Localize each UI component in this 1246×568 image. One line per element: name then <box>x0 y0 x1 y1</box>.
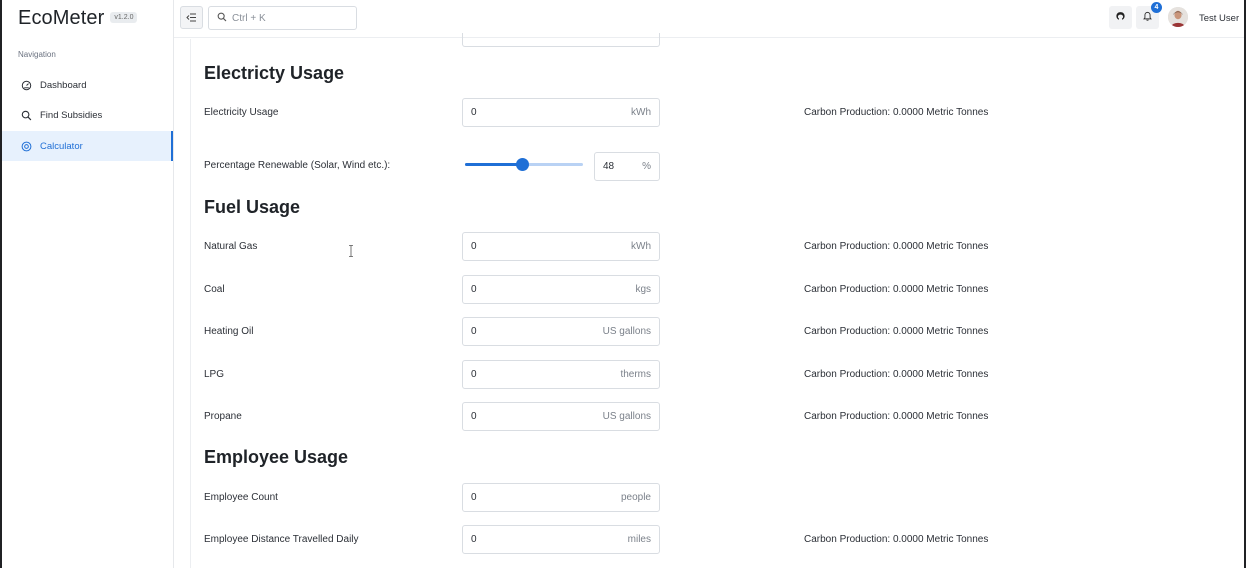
heating-oil-label: Heating Oil <box>204 326 254 337</box>
bell-icon <box>1142 9 1153 27</box>
sidebar-item-label: Find Subsidies <box>40 110 103 121</box>
slider-fill <box>465 163 522 166</box>
carbon-production-text: Carbon Production: 0.0000 Metric Tonnes <box>804 411 989 422</box>
electricity-usage-label: Electricity Usage <box>204 107 279 118</box>
github-button[interactable] <box>1109 6 1132 29</box>
carbon-production-text: Carbon Production: 0.0000 Metric Tonnes <box>804 369 989 380</box>
lpg-label: LPG <box>204 369 225 380</box>
carbon-production-text: Carbon Production: 0.0000 Metric Tonnes <box>804 284 989 295</box>
unit-label: people <box>620 492 651 503</box>
notifications-button[interactable]: 4 <box>1136 2 1162 29</box>
sidebar-toggle-button[interactable] <box>180 6 203 29</box>
sidebar-item-dashboard[interactable]: Dashboard <box>2 70 173 100</box>
electricity-usage-field[interactable]: kWh <box>462 98 660 127</box>
sidebar-item-label: Dashboard <box>40 79 87 91</box>
lpg-input[interactable] <box>471 369 571 380</box>
sidebar-nav: Dashboard Find Subsidies Calculator <box>2 70 173 162</box>
collapse-menu-icon <box>186 9 197 27</box>
renewable-slider[interactable] <box>465 157 583 171</box>
natural-gas-input[interactable] <box>471 241 571 252</box>
search-icon <box>20 110 32 122</box>
text-cursor-icon <box>348 244 354 257</box>
search-box[interactable] <box>208 6 357 30</box>
version-badge: v1.2.0 <box>110 12 138 23</box>
calculator-content: Electricty Usage Electricity Usage kWh C… <box>190 33 1244 568</box>
propane-input[interactable] <box>471 411 571 422</box>
nav-section-label: Navigation <box>18 50 56 59</box>
heating-oil-input[interactable] <box>471 326 571 337</box>
carbon-production-text: Carbon Production: 0.0000 Metric Tonnes <box>804 534 989 545</box>
employee-count-input[interactable] <box>471 492 571 503</box>
unit-label: % <box>642 161 651 172</box>
unit-label: kWh <box>631 107 651 118</box>
propane-label: Propane <box>204 411 242 422</box>
employee-distance-label: Employee Distance Travelled Daily <box>204 534 359 545</box>
sidebar-item-calculator[interactable]: Calculator <box>2 131 173 161</box>
sidebar-item-find-subsidies[interactable]: Find Subsidies <box>2 101 173 131</box>
fuel-section-title: Fuel Usage <box>204 197 301 217</box>
carbon-production-text: Carbon Production: 0.0000 Metric Tonnes <box>804 241 989 252</box>
unit-label: kWh <box>631 241 651 252</box>
unit-label: kgs <box>635 284 651 295</box>
top-header: 4 Test User <box>174 0 1244 38</box>
heating-oil-field[interactable]: US gallons <box>462 317 660 346</box>
search-icon <box>217 9 227 27</box>
natural-gas-field[interactable]: kWh <box>462 232 660 261</box>
employee-distance-field[interactable]: miles <box>462 525 660 554</box>
github-icon <box>1115 9 1126 27</box>
renewable-percentage-field[interactable]: % <box>594 152 660 181</box>
brand-name: EcoMeter <box>18 7 105 29</box>
employee-count-label: Employee Count <box>204 492 278 503</box>
propane-field[interactable]: US gallons <box>462 402 660 431</box>
previous-field-edge <box>462 33 660 47</box>
employee-count-field[interactable]: people <box>462 483 660 512</box>
slider-thumb[interactable] <box>516 158 529 171</box>
unit-label: miles <box>627 534 651 545</box>
carbon-production-text: Carbon Production: 0.0000 Metric Tonnes <box>804 107 989 118</box>
natural-gas-label: Natural Gas <box>204 241 258 252</box>
notification-count-badge: 4 <box>1151 2 1162 13</box>
carbon-production-text: Carbon Production: 0.0000 Metric Tonnes <box>804 326 989 337</box>
coal-field[interactable]: kgs <box>462 275 660 304</box>
unit-label: US gallons <box>602 326 651 337</box>
electricity-section-title: Electricty Usage <box>204 63 345 83</box>
employee-distance-input[interactable] <box>471 534 571 545</box>
renewable-percentage-label: Percentage Renewable (Solar, Wind etc.): <box>204 160 391 171</box>
electricity-usage-input[interactable] <box>471 107 571 118</box>
user-avatar[interactable] <box>1168 7 1188 27</box>
coal-label: Coal <box>204 284 225 295</box>
search-input[interactable] <box>232 12 342 24</box>
lpg-field[interactable]: therms <box>462 360 660 389</box>
dashboard-icon <box>20 79 32 91</box>
renewable-percentage-input[interactable] <box>603 161 633 172</box>
user-name[interactable]: Test User <box>1199 13 1239 24</box>
sidebar-item-label: Calculator <box>40 140 83 152</box>
employee-section-title: Employee Usage <box>204 447 349 467</box>
coal-input[interactable] <box>471 284 571 295</box>
sidebar: EcoMeter v1.2.0 Navigation Dashboard Fin… <box>2 0 174 568</box>
unit-label: US gallons <box>602 411 651 422</box>
unit-label: therms <box>620 369 651 380</box>
brand[interactable]: EcoMeter v1.2.0 <box>18 7 138 30</box>
calculator-icon <box>20 140 32 152</box>
